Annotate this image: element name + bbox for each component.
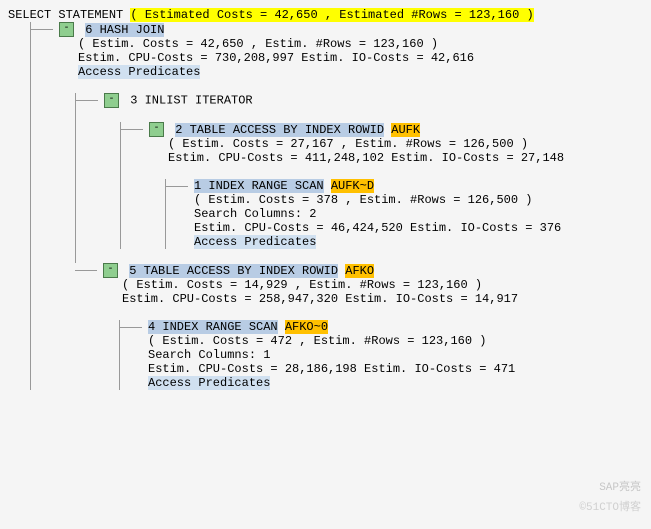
- index-afko0-label: 4 INDEX RANGE SCAN: [148, 320, 278, 334]
- inlist-label: 3 INLIST ITERATOR: [130, 94, 252, 108]
- index-afko0-node[interactable]: 4 INDEX RANGE SCAN AFKO~0: [120, 320, 643, 334]
- index-aufkd-label: 1 INDEX RANGE SCAN: [194, 179, 324, 193]
- root-estimate: ( Estimated Costs = 42,650 , Estimated #…: [130, 8, 533, 22]
- table-afko-node[interactable]: - 5 TABLE ACCESS BY INDEX ROWID AFKO: [75, 263, 643, 278]
- index-aufkd-node[interactable]: 1 INDEX RANGE SCAN AUFK~D: [166, 179, 643, 193]
- hash-join-pred[interactable]: Access Predicates: [78, 65, 200, 79]
- collapse-icon[interactable]: -: [104, 93, 119, 108]
- afko0-search: Search Columns: 1: [148, 348, 270, 362]
- afko-estim: ( Estim. Costs = 14,929 , Estim. #Rows =…: [122, 278, 482, 292]
- watermark-sap: SAP亮亮: [579, 479, 641, 499]
- afko0-cpu: Estim. CPU-Costs = 28,186,198 Estim. IO-…: [148, 362, 515, 376]
- aufkd-pred[interactable]: Access Predicates: [194, 235, 316, 249]
- index-afko0: AFKO~0: [285, 320, 328, 334]
- hash-join-node[interactable]: - 6 HASH JOIN: [31, 22, 643, 37]
- root-node[interactable]: SELECT STATEMENT ( Estimated Costs = 42,…: [8, 8, 643, 22]
- index-aufkd: AUFK~D: [331, 179, 374, 193]
- hash-join-cpu: Estim. CPU-Costs = 730,208,997 Estim. IO…: [78, 51, 474, 65]
- explain-plan-tree: SELECT STATEMENT ( Estimated Costs = 42,…: [8, 8, 643, 390]
- inlist-node[interactable]: - 3 INLIST ITERATOR: [76, 93, 643, 108]
- aufk-estim: ( Estim. Costs = 27,167 , Estim. #Rows =…: [168, 137, 528, 151]
- afko-cpu: Estim. CPU-Costs = 258,947,320 Estim. IO…: [122, 292, 518, 306]
- hash-join-estim: ( Estim. Costs = 42,650 , Estim. #Rows =…: [78, 37, 438, 51]
- watermarks: SAP亮亮 ©51CTO博客: [579, 479, 641, 519]
- hash-join-label: 6 HASH JOIN: [85, 23, 164, 37]
- table-aufk-node[interactable]: - 2 TABLE ACCESS BY INDEX ROWID AUFK: [121, 122, 643, 137]
- root-label: SELECT STATEMENT: [8, 8, 123, 22]
- afko0-estim: ( Estim. Costs = 472 , Estim. #Rows = 12…: [148, 334, 486, 348]
- watermark-51cto: ©51CTO博客: [579, 499, 641, 519]
- table-aufk-label: 2 TABLE ACCESS BY INDEX ROWID: [175, 123, 384, 137]
- table-aufk: AUFK: [391, 123, 420, 137]
- afko0-pred[interactable]: Access Predicates: [148, 376, 270, 390]
- table-afko: AFKO: [345, 264, 374, 278]
- aufkd-cpu: Estim. CPU-Costs = 46,424,520 Estim. IO-…: [194, 221, 561, 235]
- aufkd-search: Search Columns: 2: [194, 207, 316, 221]
- collapse-icon[interactable]: -: [149, 122, 164, 137]
- aufk-cpu: Estim. CPU-Costs = 411,248,102 Estim. IO…: [168, 151, 564, 165]
- collapse-icon[interactable]: -: [59, 22, 74, 37]
- collapse-icon[interactable]: -: [103, 263, 118, 278]
- table-afko-label: 5 TABLE ACCESS BY INDEX ROWID: [129, 264, 338, 278]
- aufkd-estim: ( Estim. Costs = 378 , Estim. #Rows = 12…: [194, 193, 532, 207]
